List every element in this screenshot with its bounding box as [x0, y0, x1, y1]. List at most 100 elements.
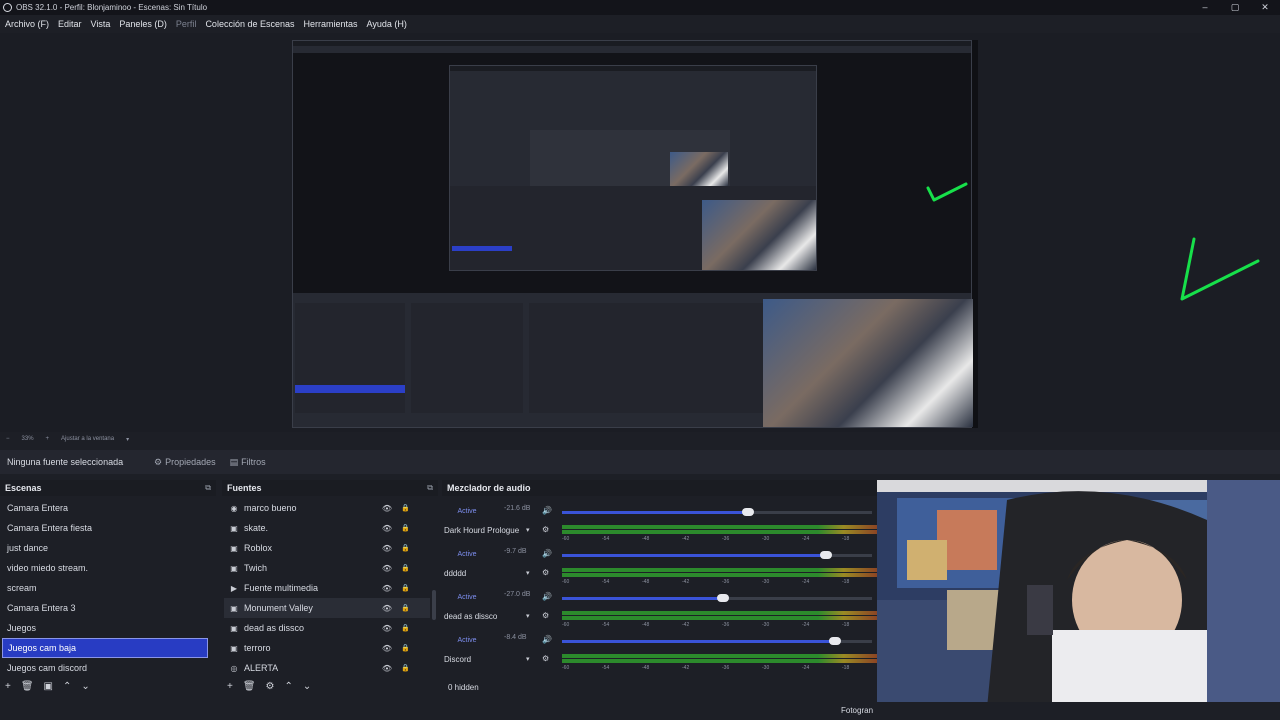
move-up-icon[interactable]: ⌃	[285, 681, 293, 692]
meter-tick-label: -24	[802, 622, 810, 628]
preview-area[interactable]	[0, 33, 1280, 432]
move-up-icon[interactable]: ⌃	[63, 681, 71, 692]
speaker-icon[interactable]: 🔊	[542, 635, 552, 644]
source-item[interactable]: ◉ marco bueno 👁 🔒	[224, 498, 430, 518]
source-item[interactable]: ▣ Twich 👁 🔒	[224, 558, 430, 578]
scene-item[interactable]: scream	[2, 578, 208, 598]
scene-item[interactable]: Camara Entera	[2, 498, 208, 518]
scene-item[interactable]: just dance	[2, 538, 208, 558]
sources-scrollbar[interactable]	[432, 590, 436, 620]
visibility-eye-icon[interactable]: 👁	[382, 624, 392, 633]
maximize-button[interactable]: ▢	[1220, 0, 1250, 15]
lock-icon[interactable]: 🔒	[401, 564, 410, 572]
chevron-down-icon[interactable]: ▾	[526, 612, 530, 620]
visibility-eye-icon[interactable]: 👁	[382, 664, 392, 673]
menu-item-0[interactable]: Archivo (F)	[5, 19, 49, 29]
menu-item-2[interactable]: Vista	[91, 19, 111, 29]
speaker-icon[interactable]: 🔊	[542, 506, 552, 515]
channel-settings-gear-icon[interactable]: ⚙	[542, 525, 549, 534]
lock-icon[interactable]: 🔒	[401, 644, 410, 652]
source-label: Monument Valley	[244, 603, 313, 613]
audio-level-meter	[562, 611, 882, 621]
source-list: ◉ marco bueno 👁 🔒 ▣ skate. 👁 🔒 ▣ Roblox 👁 🔒 ▣ Twich 👁 🔒…	[224, 498, 430, 676]
scene-item[interactable]: video miedo stream.	[2, 558, 208, 578]
lock-icon[interactable]: 🔒	[401, 604, 410, 612]
source-item[interactable]: ▣ skate. 👁 🔒	[224, 518, 430, 538]
zoom-level[interactable]: 33%	[22, 436, 34, 442]
visibility-eye-icon[interactable]: 👁	[382, 504, 392, 513]
lock-icon[interactable]: 🔒	[401, 624, 410, 632]
channel-db-readout: -9.7 dB	[504, 548, 527, 555]
channel-settings-gear-icon[interactable]: ⚙	[542, 611, 549, 620]
filters-button[interactable]: ▤ Filtros	[223, 452, 273, 472]
chevron-down-icon[interactable]: ▾	[526, 655, 530, 663]
channel-settings-gear-icon[interactable]: ⚙	[542, 654, 549, 663]
source-item[interactable]: ◎ ALERTA 👁 🔒	[224, 658, 430, 678]
chevron-down-icon[interactable]: ▾	[526, 526, 530, 534]
source-item[interactable]: ▣ Monument Valley 👁 🔒	[224, 598, 430, 618]
visibility-eye-icon[interactable]: 👁	[382, 644, 392, 653]
audio-level-meter	[562, 525, 882, 535]
lock-icon[interactable]: 🔒	[401, 504, 410, 512]
meter-tick-label: -54	[602, 579, 610, 585]
zoom-out-icon[interactable]: −	[6, 436, 10, 442]
minimize-button[interactable]: –	[1190, 0, 1220, 15]
volume-slider-handle[interactable]	[717, 594, 730, 602]
volume-slider[interactable]	[562, 594, 872, 602]
scene-filters-icon[interactable]: ▣	[44, 681, 53, 692]
chevron-down-icon[interactable]: ▾	[526, 569, 530, 577]
menu-item-7[interactable]: Ayuda (H)	[367, 19, 407, 29]
speaker-icon[interactable]: 🔊	[542, 549, 552, 558]
source-item[interactable]: ▣ terroro 👁 🔒	[224, 638, 430, 658]
visibility-eye-icon[interactable]: 👁	[382, 604, 392, 613]
audio-mixer-dock: Mezclador de audio Active -21.6 dB 🔊 Dark H…	[442, 480, 882, 698]
scene-item[interactable]: Juegos cam baja	[2, 638, 208, 658]
volume-slider[interactable]	[562, 508, 872, 516]
chevron-down-icon[interactable]: ▾	[126, 436, 129, 443]
scene-item[interactable]: Camara Entera fiesta	[2, 518, 208, 538]
scene-item[interactable]: Camara Entera 3	[2, 598, 208, 618]
volume-slider[interactable]	[562, 637, 872, 645]
speaker-icon[interactable]: 🔊	[542, 592, 552, 601]
volume-slider[interactable]	[562, 551, 872, 559]
visibility-eye-icon[interactable]: 👁	[382, 564, 392, 573]
lock-icon[interactable]: 🔒	[401, 544, 410, 552]
volume-slider-handle[interactable]	[742, 508, 754, 516]
scene-item[interactable]: Juegos cam discord	[2, 658, 208, 678]
lock-icon[interactable]: 🔒	[401, 524, 410, 532]
add-scene-icon[interactable]: +	[5, 681, 11, 692]
channel-settings-gear-icon[interactable]: ⚙	[542, 568, 549, 577]
volume-slider-handle[interactable]	[819, 551, 832, 559]
meter-tick-label: -60	[562, 665, 570, 671]
source-item[interactable]: ▶ Fuente multimedia 👁 🔒	[224, 578, 430, 598]
menu-item-3[interactable]: Paneles (D)	[119, 19, 167, 29]
add-source-icon[interactable]: +	[227, 681, 233, 692]
move-down-icon[interactable]: ⌄	[303, 681, 311, 692]
menu-item-4[interactable]: Perfil	[176, 19, 197, 29]
properties-button[interactable]: ⚙ Propiedades	[147, 452, 223, 472]
move-down-icon[interactable]: ⌄	[81, 681, 89, 692]
preview-canvas[interactable]	[292, 40, 978, 428]
visibility-eye-icon[interactable]: 👁	[382, 524, 392, 533]
visibility-eye-icon[interactable]: 👁	[382, 544, 392, 553]
nested-webcam-image	[763, 299, 973, 427]
undock-icon[interactable]: ⧉	[205, 483, 211, 493]
lock-icon[interactable]: 🔒	[401, 664, 410, 672]
lock-icon[interactable]: 🔒	[401, 584, 410, 592]
meter-tick-label: -42	[682, 579, 690, 585]
menu-item-5[interactable]: Colección de Escenas	[205, 19, 294, 29]
visibility-eye-icon[interactable]: 👁	[382, 584, 392, 593]
remove-source-icon[interactable]: 🗑	[243, 681, 256, 692]
fit-window-select[interactable]: Ajustar a la ventana	[61, 436, 114, 442]
source-item[interactable]: ▣ dead as dissco 👁 🔒	[224, 618, 430, 638]
menu-item-6[interactable]: Herramientas	[304, 19, 358, 29]
close-button[interactable]: ✕	[1250, 0, 1280, 15]
volume-slider-handle[interactable]	[828, 637, 841, 645]
undock-icon[interactable]: ⧉	[427, 483, 433, 493]
scene-item[interactable]: Juegos	[2, 618, 208, 638]
source-properties-icon[interactable]: ⚙	[266, 681, 275, 692]
remove-scene-icon[interactable]: 🗑	[21, 681, 34, 692]
source-item[interactable]: ▣ Roblox 👁 🔒	[224, 538, 430, 558]
menu-item-1[interactable]: Editar	[58, 19, 82, 29]
zoom-in-icon[interactable]: +	[46, 436, 50, 442]
